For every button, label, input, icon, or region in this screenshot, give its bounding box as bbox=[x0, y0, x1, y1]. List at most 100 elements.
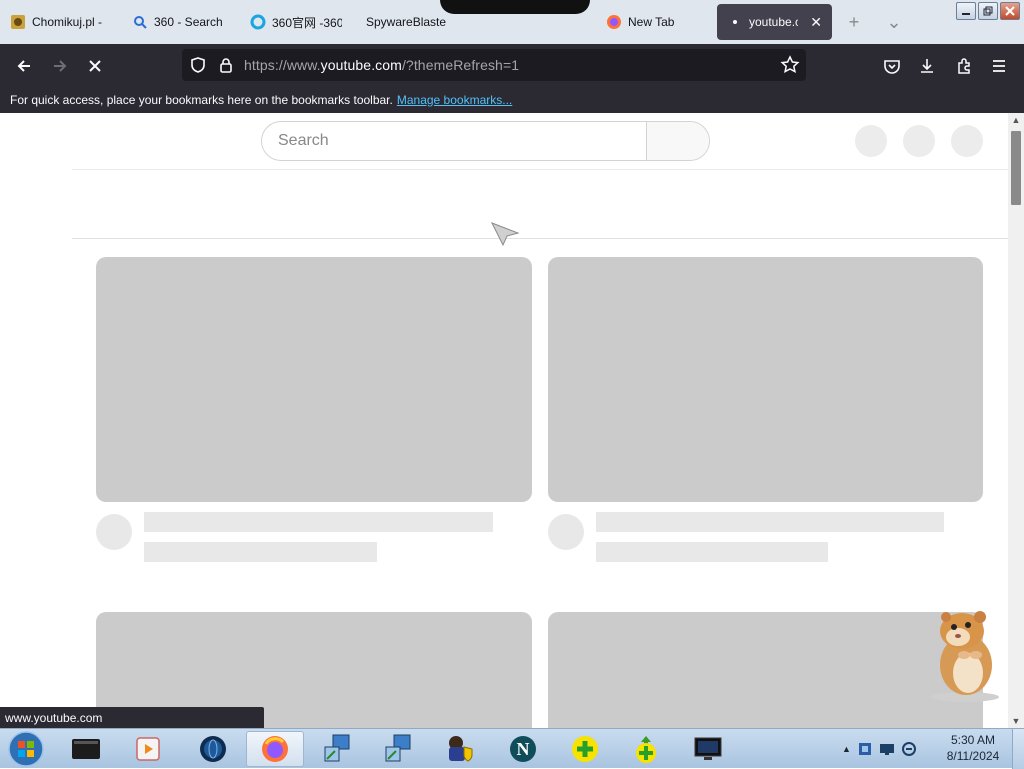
tab-title: New Tab bbox=[628, 15, 675, 29]
lock-icon[interactable] bbox=[218, 57, 234, 78]
shield-user-icon bbox=[449, 736, 473, 762]
plus-green-icon bbox=[572, 736, 598, 762]
url-path: /?themeRefresh=1 bbox=[401, 57, 520, 73]
firefox-icon bbox=[606, 14, 622, 30]
close-window-icon[interactable] bbox=[1000, 2, 1020, 20]
placeholder-circle bbox=[903, 125, 935, 157]
downloads-icon[interactable] bbox=[914, 53, 940, 79]
channel-avatar-placeholder bbox=[548, 514, 584, 550]
video-thumbnail-placeholder bbox=[548, 257, 983, 502]
taskbar-network-installer-2[interactable] bbox=[372, 731, 424, 767]
loading-dot-icon bbox=[727, 14, 743, 30]
tray-volume-icon[interactable] bbox=[901, 741, 917, 757]
tab-title: youtube.co bbox=[749, 15, 799, 29]
network-installer-2-icon bbox=[385, 734, 411, 762]
bookmarks-toolbar: For quick access, place your bookmarks h… bbox=[0, 86, 1024, 113]
youtube-search-input[interactable]: Search bbox=[262, 122, 646, 160]
tab-spywareblaster[interactable]: SpywareBlaster bbox=[356, 4, 456, 40]
scroll-up-icon[interactable]: ▲ bbox=[1008, 113, 1024, 127]
plus-green-arrow-icon bbox=[636, 736, 656, 763]
navigation-toolbar: https://www.youtube.com/?themeRefresh=1 bbox=[0, 44, 1024, 86]
scrollbar-thumb[interactable] bbox=[1011, 131, 1021, 205]
url-text[interactable]: https://www.youtube.com/?themeRefresh=1 bbox=[244, 57, 519, 73]
show-desktop-button[interactable] bbox=[1012, 729, 1024, 769]
pocket-icon[interactable] bbox=[879, 53, 905, 79]
tab-title: 360 - Search bbox=[154, 15, 223, 29]
scroll-down-icon[interactable]: ▼ bbox=[1008, 714, 1024, 728]
taskbar-firefox[interactable] bbox=[246, 731, 304, 767]
divider bbox=[72, 169, 1008, 170]
taskbar-monitor-app[interactable] bbox=[682, 731, 734, 767]
manage-bookmarks-link[interactable]: Manage bookmarks... bbox=[397, 93, 512, 107]
video-thumbnail-placeholder bbox=[96, 257, 532, 502]
video-thumbnail-placeholder bbox=[548, 612, 983, 728]
forward-icon[interactable] bbox=[47, 53, 73, 79]
tab-new-tab[interactable]: New Tab bbox=[596, 4, 712, 40]
restore-icon[interactable] bbox=[978, 2, 998, 20]
taskbar-security-app[interactable] bbox=[434, 731, 486, 767]
terminal-app-icon bbox=[72, 739, 100, 759]
tracking-protection-icon[interactable] bbox=[190, 57, 206, 78]
meta-line-placeholder bbox=[596, 542, 828, 562]
tab-360-official[interactable]: 360官网 -360 bbox=[240, 4, 352, 40]
tab-chomikuj[interactable]: Chomikuj.pl - bbox=[0, 4, 118, 40]
new-tab-button[interactable]: + bbox=[842, 10, 866, 34]
bookmark-star-icon[interactable] bbox=[780, 55, 800, 80]
youtube-search-box: Search bbox=[261, 121, 710, 161]
windows-logo-icon bbox=[8, 731, 44, 767]
tray-display-icon[interactable] bbox=[879, 741, 895, 757]
netscape-icon: N bbox=[510, 736, 536, 762]
list-all-tabs-button[interactable]: ⌄ bbox=[882, 10, 906, 34]
title-line-placeholder bbox=[596, 512, 944, 532]
bookmarks-message: For quick access, place your bookmarks h… bbox=[10, 92, 393, 107]
clock-date: 8/11/2024 bbox=[946, 749, 1000, 763]
tray-expand-icon[interactable]: ▲ bbox=[842, 744, 851, 754]
address-bar[interactable]: https://www.youtube.com/?themeRefresh=1 bbox=[182, 49, 806, 81]
chomikuj-icon bbox=[10, 14, 26, 30]
divider bbox=[72, 238, 1008, 239]
stop-loading-icon[interactable] bbox=[82, 53, 108, 79]
taskbar-plus-arrow-app[interactable] bbox=[620, 731, 672, 767]
globe-app-icon bbox=[200, 736, 226, 762]
system-tray: ▲ bbox=[842, 729, 917, 769]
meta-line-placeholder bbox=[144, 542, 377, 562]
channel-avatar-placeholder bbox=[96, 514, 132, 550]
taskbar-clock[interactable]: 5:30 AM 8/11/2024 bbox=[938, 732, 1008, 764]
clock-time: 5:30 AM bbox=[950, 733, 996, 747]
status-bar-url: www.youtube.com bbox=[0, 707, 264, 728]
tab-unknown[interactable] bbox=[470, 4, 580, 40]
taskbar-terminal-app[interactable] bbox=[60, 731, 112, 767]
back-icon[interactable] bbox=[11, 53, 37, 79]
hamster-mascot-icon bbox=[931, 611, 999, 702]
placeholder-circle bbox=[855, 125, 887, 157]
mouse-cursor-icon bbox=[490, 222, 520, 247]
hamburger-menu-icon[interactable] bbox=[986, 53, 1012, 79]
360-icon bbox=[250, 14, 266, 30]
url-host: youtube.com bbox=[320, 57, 402, 73]
windows-taskbar: N ▲ 5:30 AM 8/11/2024 bbox=[0, 728, 1024, 769]
page-scrollbar[interactable]: ▲ ▼ bbox=[1008, 113, 1024, 728]
start-button[interactable] bbox=[6, 730, 46, 768]
minimize-icon[interactable] bbox=[956, 2, 976, 20]
placeholder-circle bbox=[951, 125, 983, 157]
url-prefix: https://www. bbox=[244, 57, 321, 73]
svg-text:N: N bbox=[517, 739, 530, 759]
taskbar-media-player[interactable] bbox=[122, 731, 174, 767]
tray-network-monitor-icon[interactable] bbox=[857, 741, 873, 757]
tab-strip: Chomikuj.pl - 360 - Search 360官网 -360 Sp… bbox=[0, 0, 1024, 44]
media-player-icon bbox=[136, 737, 160, 761]
taskbar-netscape[interactable]: N bbox=[497, 731, 549, 767]
tab-360-search[interactable]: 360 - Search bbox=[122, 4, 240, 40]
taskbar-plus-app[interactable] bbox=[559, 731, 611, 767]
firefox-icon bbox=[262, 736, 288, 762]
close-tab-icon[interactable]: ✕ bbox=[810, 14, 822, 31]
tab-youtube-active[interactable]: youtube.co ✕ bbox=[717, 4, 832, 40]
youtube-search-button[interactable] bbox=[646, 122, 709, 160]
monitor-app-icon bbox=[694, 737, 722, 760]
taskbar-globe-app[interactable] bbox=[187, 731, 239, 767]
title-line-placeholder bbox=[144, 512, 493, 532]
extensions-icon[interactable] bbox=[951, 53, 977, 79]
taskbar-network-installer[interactable] bbox=[311, 731, 363, 767]
search-icon bbox=[132, 14, 148, 30]
youtube-page: Search ▲ ▼ www.youtube.com bbox=[0, 113, 1024, 728]
